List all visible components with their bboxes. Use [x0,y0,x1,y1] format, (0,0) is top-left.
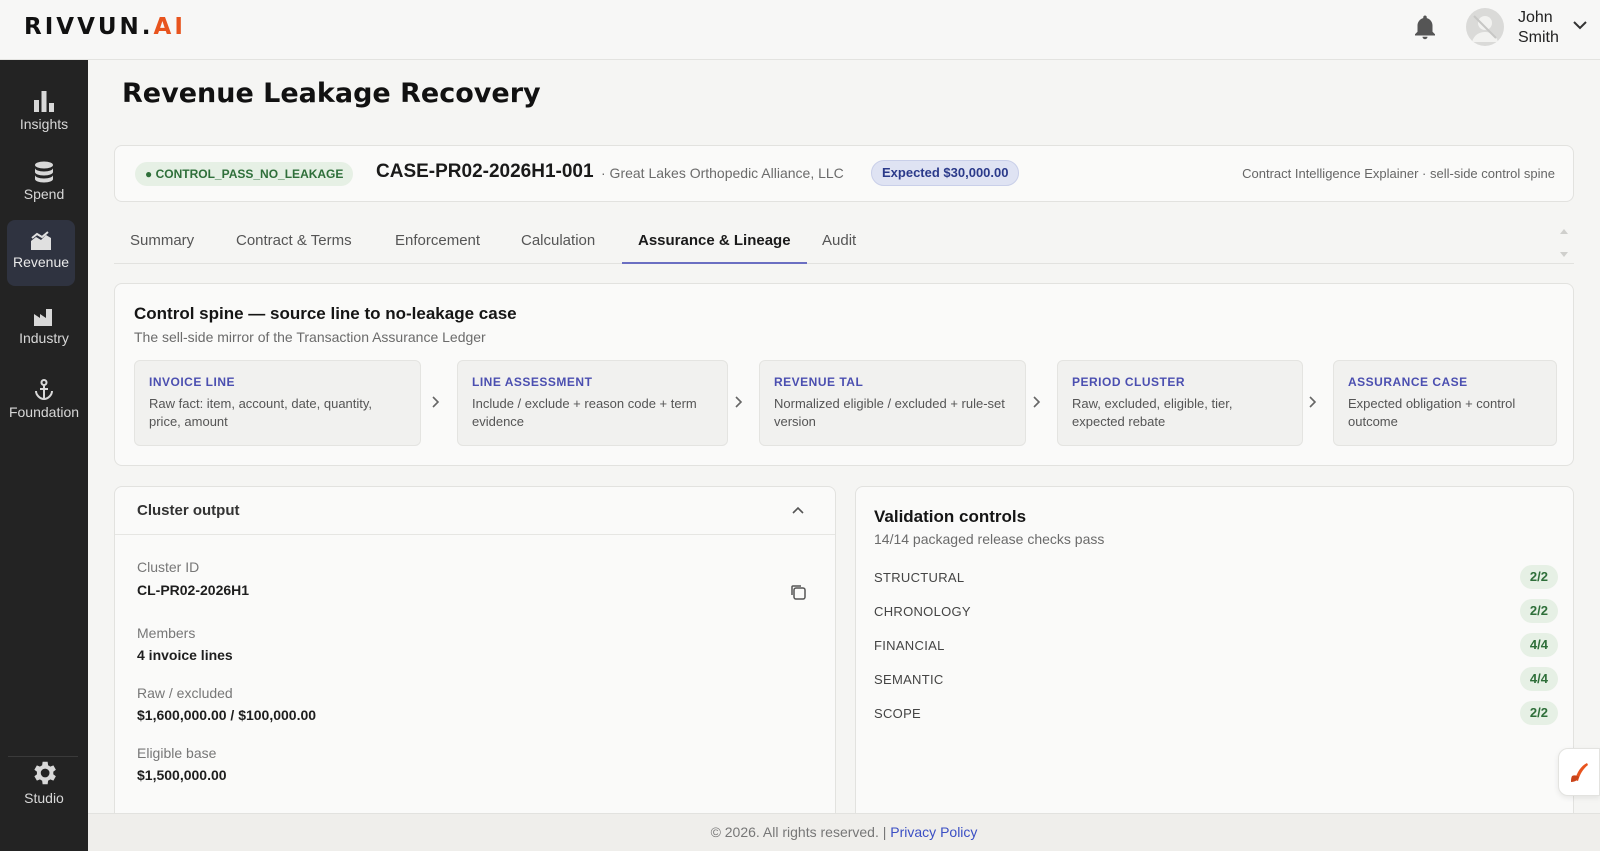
sidebar-item-insights[interactable]: Insights [0,82,88,148]
cluster-output-header[interactable]: Cluster output [115,487,835,535]
case-id: CASE-PR02-2026H1-001 [376,161,594,182]
spine-step-line-assessment: LINE ASSESSMENT Include / exclude + reas… [457,360,728,446]
validation-title: Validation controls [874,507,1027,526]
tab-bar: Summary Contract & Terms Enforcement Cal… [114,225,1574,264]
step-title: PERIOD CLUSTER [1072,375,1186,389]
assistant-button[interactable] [1558,748,1600,796]
chevron-right-icon [432,396,440,408]
step-title: LINE ASSESSMENT [472,375,593,389]
factory-icon [34,309,52,326]
step-title: INVOICE LINE [149,375,236,389]
sidebar-item-label: Industry [19,330,69,346]
tab-audit[interactable]: Audit [822,232,856,264]
field-label: Members [137,625,196,641]
coins-icon [35,161,53,183]
spine-subtitle: The sell-side mirror of the Transaction … [134,329,486,345]
chevron-down-icon[interactable] [1572,18,1588,32]
check-name: SCOPE [874,706,922,721]
bar-chart-icon [34,91,54,112]
spine-title: Control spine — source line to no-leakag… [134,304,517,323]
status-badge: ● CONTROL_PASS_NO_LEAKAGE [135,162,354,186]
check-count-badge: 2/2 [1519,701,1558,725]
sidebar-item-foundation[interactable]: Foundation [0,372,92,438]
eligible-base-value: $1,500,000.00 [137,767,227,783]
check-row-chronology: CHRONOLOGY 2/2 [874,599,1558,625]
validation-controls-card: Validation controls 14/14 packaged relea… [855,486,1574,816]
check-row-structural: STRUCTURAL 2/2 [874,565,1558,591]
check-row-scope: SCOPE 2/2 [874,701,1558,727]
spine-step-invoice-line: INVOICE LINE Raw fact: item, account, da… [134,360,421,446]
anchor-icon [35,379,53,401]
check-name: STRUCTURAL [874,570,965,585]
chevron-right-icon [735,396,743,408]
sidebar-item-studio[interactable]: Studio [0,752,88,818]
step-title: REVENUE TAL [774,375,864,389]
sidebar-item-label: Revenue [12,254,70,270]
step-description: Raw fact: item, account, date, quantity,… [149,396,373,429]
assistant-icon [1571,763,1588,782]
chevron-up-icon[interactable] [791,505,805,515]
control-spine-card: Control spine — source line to no-leakag… [114,283,1574,466]
field-label: Eligible base [137,745,217,761]
chevron-right-icon [1309,396,1317,408]
sidebar-item-label: Insights [19,116,69,132]
tab-calculation[interactable]: Calculation [521,232,595,264]
sidebar-item-label: Studio [24,790,64,806]
top-bar: RIVVUN.AI John Smith [0,0,1600,60]
tab-assurance-lineage[interactable]: Assurance & Lineage [622,232,807,264]
check-name: SEMANTIC [874,672,944,687]
step-description: Normalized eligible / excluded + rule-se… [774,396,1005,429]
privacy-policy-link[interactable]: Privacy Policy [890,824,977,840]
check-name: CHRONOLOGY [874,604,971,619]
sidebar-item-label: Spend [23,186,65,202]
logo[interactable]: RIVVUN.AI [24,14,186,40]
tab-contract-terms[interactable]: Contract & Terms [236,232,352,264]
page-title: Revenue Leakage Recovery [122,78,541,109]
check-row-semantic: SEMANTIC 4/4 [874,667,1558,693]
members-value: 4 invoice lines [137,647,233,663]
cluster-id-value: CL-PR02-2026H1 [137,582,250,598]
chevron-right-icon [1033,396,1041,408]
check-count-badge: 4/4 [1519,633,1558,657]
footer: © 2026. All rights reserved. | Privacy P… [88,813,1600,851]
case-header-card: ● CONTROL_PASS_NO_LEAKAGE CASE-PR02-2026… [114,145,1574,202]
gear-icon [34,761,56,785]
spine-step-revenue-tal: REVENUE TAL Normalized eligible / exclud… [759,360,1026,446]
case-organization: · Great Lakes Orthopedic Alliance, LLC [601,165,844,181]
field-label: Raw / excluded [137,685,233,701]
sidebar-item-industry[interactable]: Industry [0,300,88,366]
user-name[interactable]: John Smith [1518,8,1559,48]
step-title: ASSURANCE CASE [1348,375,1468,389]
expected-amount-badge: Expected $30,000.00 [871,160,1020,186]
revenue-icon [31,231,51,250]
field-label: Cluster ID [137,559,200,575]
step-description: Include / exclude + reason code + term e… [472,396,697,429]
check-name: FINANCIAL [874,638,945,653]
sidebar: Insights Spend Revenue Industry Foundati… [0,60,88,851]
sidebar-item-spend[interactable]: Spend [0,154,88,220]
tab-enforcement[interactable]: Enforcement [395,232,480,264]
check-count-badge: 4/4 [1519,667,1558,691]
avatar[interactable] [1466,8,1504,46]
tab-scroll-arrows[interactable] [1558,226,1570,260]
sidebar-item-revenue[interactable]: Revenue [7,220,75,286]
check-count-badge: 2/2 [1519,599,1558,623]
tab-summary[interactable]: Summary [130,232,194,264]
raw-excluded-value: $1,600,000.00 / $100,000.00 [137,707,317,723]
sidebar-item-label: Foundation [8,404,80,420]
bell-icon[interactable] [1410,13,1440,43]
cluster-output-title: Cluster output [137,502,240,519]
step-description: Raw, excluded, eligible, tier, expected … [1072,396,1233,429]
validation-subtitle: 14/14 packaged release checks pass [874,531,1105,547]
spine-step-assurance-case: ASSURANCE CASE Expected obligation + con… [1333,360,1557,446]
spine-step-period-cluster: PERIOD CLUSTER Raw, excluded, eligible, … [1057,360,1303,446]
check-count-badge: 2/2 [1519,565,1558,589]
check-row-financial: FINANCIAL 4/4 [874,633,1558,659]
step-description: Expected obligation + control outcome [1348,396,1516,429]
cluster-output-card: Cluster output Cluster ID CL-PR02-2026H1… [114,486,836,816]
copyright-text: © 2026. All rights reserved. | [710,824,887,840]
case-explainer-label: Contract Intelligence Explainer · sell-s… [1242,166,1555,181]
copy-icon[interactable] [789,583,807,601]
